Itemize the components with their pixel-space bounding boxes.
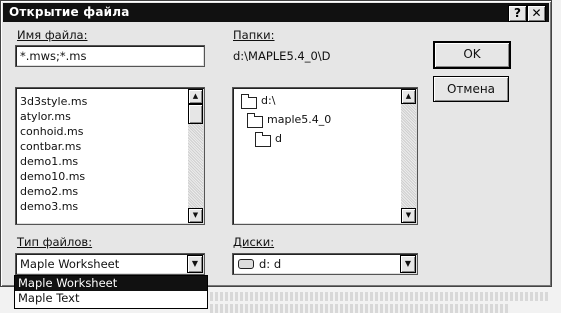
cancel-button[interactable]: Отмена xyxy=(433,76,509,102)
folder-item[interactable]: maple5.4_0 xyxy=(267,113,331,126)
folder-tree[interactable]: d:\ maple5.4_0 d ▲ ▼ xyxy=(232,87,418,225)
list-item[interactable]: conhoid.ms xyxy=(20,125,83,138)
cancel-button-label: Отмена xyxy=(446,82,496,96)
drives-selected: d: d xyxy=(259,257,282,271)
list-item[interactable]: demo3.ms xyxy=(20,200,78,213)
drives-label: Диски: xyxy=(233,235,275,249)
scroll-up-arrow-icon[interactable]: ▲ xyxy=(401,89,416,104)
ok-button[interactable]: OK xyxy=(433,41,511,69)
folder-item[interactable]: d:\ xyxy=(261,94,275,107)
open-folder-icon xyxy=(255,132,271,147)
list-item[interactable]: contbar.ms xyxy=(20,140,81,153)
filename-input[interactable]: *.mws;*.ms xyxy=(15,45,205,67)
filename-label: Имя файла: xyxy=(17,28,88,42)
filetype-select[interactable]: Maple Worksheet ▼ xyxy=(15,253,205,275)
ok-button-label: OK xyxy=(463,47,481,61)
background-text-line xyxy=(210,304,510,313)
list-item[interactable]: demo10.ms xyxy=(20,170,85,183)
dropdown-option-maple-worksheet[interactable]: Maple Worksheet xyxy=(15,276,207,291)
folder-item[interactable]: d xyxy=(275,132,282,145)
scroll-down-arrow-icon[interactable]: ▼ xyxy=(188,208,203,223)
background-text-line xyxy=(210,292,550,301)
close-button[interactable]: ✕ xyxy=(527,5,546,22)
folder-tree-scrollbar[interactable]: ▲ ▼ xyxy=(401,89,416,223)
filename-input-value: *.mws;*.ms xyxy=(20,49,87,63)
filetype-dropdown-list[interactable]: Maple Worksheet Maple Text xyxy=(14,275,208,309)
file-list[interactable]: 3d3style.ms atylor.ms conhoid.ms contbar… xyxy=(15,87,205,225)
dialog-title: Открытие файла xyxy=(9,5,130,19)
scroll-up-arrow-icon[interactable]: ▲ xyxy=(188,89,203,104)
open-folder-icon xyxy=(247,113,263,128)
open-folder-icon xyxy=(241,94,257,109)
chevron-down-icon[interactable]: ▼ xyxy=(400,255,416,273)
filetype-label: Тип файлов: xyxy=(17,235,93,249)
current-path: d:\MAPLE5.4_0\D xyxy=(233,49,331,63)
scroll-thumb[interactable] xyxy=(188,104,203,124)
folders-label: Папки: xyxy=(233,28,275,42)
list-item[interactable]: demo2.ms xyxy=(20,185,78,198)
title-bar: Открытие файла ? ✕ xyxy=(3,3,549,22)
drive-icon xyxy=(238,259,254,269)
dropdown-option-maple-text[interactable]: Maple Text xyxy=(15,291,207,306)
scroll-down-arrow-icon[interactable]: ▼ xyxy=(401,208,416,223)
chevron-down-icon[interactable]: ▼ xyxy=(187,255,203,273)
file-list-scrollbar[interactable]: ▲ ▼ xyxy=(188,89,203,223)
list-item[interactable]: demo1.ms xyxy=(20,155,78,168)
list-item[interactable]: 3d3style.ms xyxy=(20,95,87,108)
filetype-selected: Maple Worksheet xyxy=(20,257,120,271)
list-item[interactable]: atylor.ms xyxy=(20,110,71,123)
help-button[interactable]: ? xyxy=(508,5,527,22)
open-file-dialog: Открытие файла ? ✕ Имя файла: *.mws;*.ms… xyxy=(0,0,552,287)
drives-select[interactable]: d: d ▼ xyxy=(232,253,418,275)
